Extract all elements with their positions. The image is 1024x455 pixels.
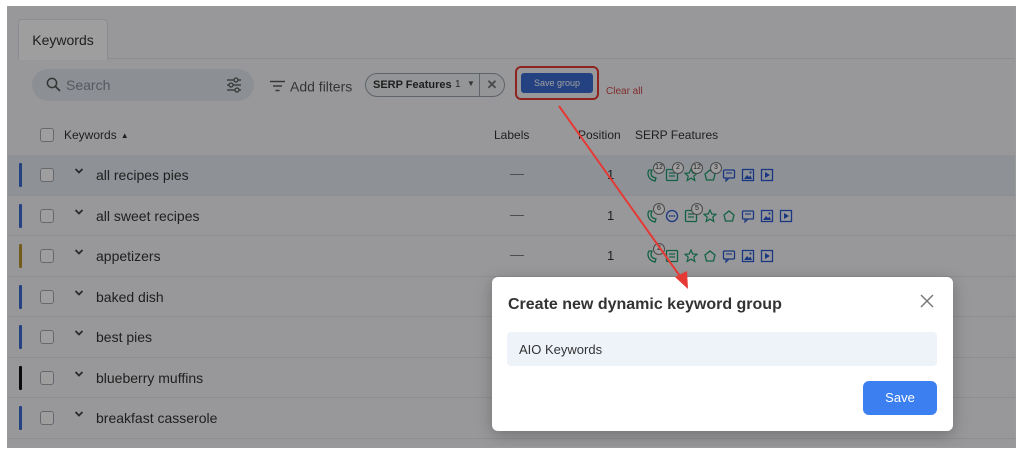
screenshot-frame: Keywords Search Add filters SERP Feature… [7, 6, 1016, 448]
keywords-app: Keywords Search Add filters SERP Feature… [8, 7, 1015, 447]
annotation-arrow [558, 105, 688, 289]
